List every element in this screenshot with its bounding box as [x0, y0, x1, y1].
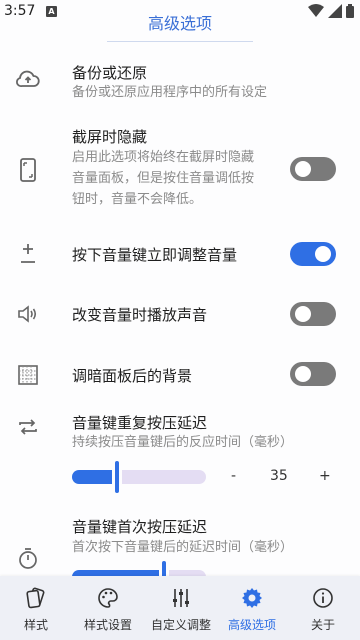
slider-value: 35	[270, 468, 288, 484]
toggle-knob	[295, 306, 311, 322]
palette-icon	[98, 588, 118, 608]
instant-adjust-title: 按下音量键立即调整音量	[72, 246, 238, 264]
first-delay-subtitle: 首次按下音量键后的延迟时间（毫秒）	[72, 540, 294, 555]
cloud-upload-icon	[14, 66, 42, 94]
toggle-knob	[295, 161, 311, 177]
plus-minus-icon	[14, 240, 42, 268]
nav-item-style-settings[interactable]: 样式设置	[78, 576, 138, 640]
backup-title: 备份或还原	[72, 64, 148, 82]
nav-item-advanced[interactable]: 高级选项	[222, 576, 282, 640]
nav-label: 样式	[23, 618, 48, 632]
gear-icon	[242, 588, 262, 608]
repeat-delay-title: 音量键重复按压延迟	[72, 414, 208, 432]
nav-label: 自定义调整	[150, 618, 211, 632]
dim-background-title: 调暗面板后的背景	[72, 367, 193, 385]
screenshot-hide-subtitle-3: 钮时，音量不会降低。	[72, 192, 203, 207]
tune-sliders-icon	[173, 589, 189, 607]
info-icon	[313, 588, 333, 608]
repeat-icon	[14, 413, 42, 441]
nav-item-style[interactable]: 样式	[8, 576, 64, 640]
dim-background-toggle[interactable]	[290, 362, 336, 386]
instant-adjust-toggle[interactable]	[290, 242, 336, 266]
repeat-delay-subtitle: 持续按压音量键后的反应时间（毫秒）	[72, 435, 294, 450]
screen: 3:57 A 高级选项 备份或还原 备份或还原应用程序中的所有设定 截屏时隐藏 …	[0, 0, 360, 640]
slider-thumb[interactable]	[115, 461, 119, 493]
page-title: 高级选项	[147, 14, 212, 33]
decrease-button[interactable]: -	[231, 468, 236, 484]
nav-label: 关于	[310, 618, 335, 632]
screenshot-hide-title: 截屏时隐藏	[72, 128, 148, 146]
slider-inactive-track	[122, 470, 206, 484]
toggle-knob	[295, 366, 311, 382]
screenshot-hide-toggle[interactable]	[290, 157, 336, 181]
bottom-nav: 样式 样式设置 自定义调整 高级选项 关于	[0, 576, 360, 640]
nav-item-about[interactable]: 关于	[300, 576, 346, 640]
screenshot-hide-subtitle-1: 启用此选项将始终在截屏时隐藏	[72, 150, 255, 165]
toggle-knob	[315, 246, 331, 262]
timer-icon	[14, 544, 42, 572]
title-underline	[107, 41, 253, 42]
nav-item-custom-tuning[interactable]: 自定义调整	[146, 576, 216, 640]
dim-texture-icon	[14, 361, 42, 389]
play-sound-toggle[interactable]	[290, 302, 336, 326]
backup-subtitle: 备份或还原应用程序中的所有设定	[72, 85, 268, 100]
nav-label: 高级选项	[227, 618, 276, 632]
nav-label: 样式设置	[83, 618, 132, 632]
first-delay-title: 音量键首次按压延迟	[72, 518, 208, 536]
increase-button[interactable]: +	[319, 468, 331, 484]
screenshot-icon	[14, 156, 42, 184]
play-sound-title: 改变音量时播放声音	[72, 306, 208, 324]
style-cards-icon	[26, 587, 45, 609]
slider-active-track	[72, 470, 112, 484]
screenshot-hide-subtitle-2: 音量面板，但是按住音量调低按	[72, 171, 255, 186]
speaker-icon	[14, 300, 42, 328]
